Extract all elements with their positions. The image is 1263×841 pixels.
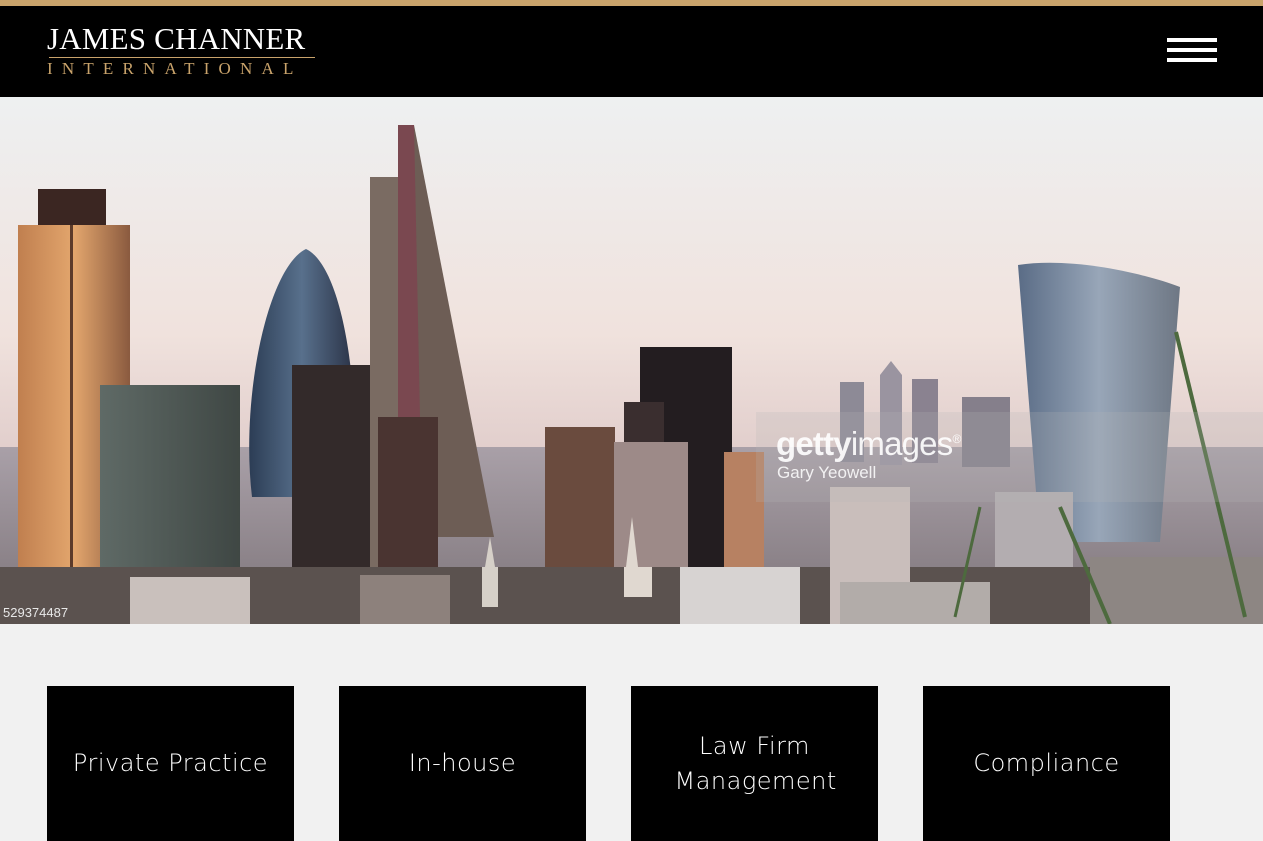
logo-divider xyxy=(49,57,315,58)
hamburger-menu-icon[interactable] xyxy=(1163,32,1221,72)
photo-credit: Gary Yeowell xyxy=(777,463,877,482)
watermark-brand-light: images xyxy=(850,425,953,462)
site-header: JAMES CHANNER INTERNATIONAL xyxy=(0,6,1263,97)
watermark-brand-bold: getty xyxy=(776,425,852,462)
site-logo[interactable]: JAMES CHANNER INTERNATIONAL xyxy=(47,21,319,80)
watermark-registered-mark: ® xyxy=(952,432,961,446)
practice-tile-compliance[interactable]: Compliance xyxy=(923,686,1170,841)
practice-tile-label: In-house xyxy=(408,749,517,777)
city-skyline-image xyxy=(0,97,1263,624)
image-id: 529374487 xyxy=(3,605,69,620)
logo-name: JAMES CHANNER xyxy=(47,21,306,56)
watermark-logo: gettyimages® xyxy=(776,419,961,464)
practice-tile-label: Compliance xyxy=(973,749,1120,777)
practice-tile-in-house[interactable]: In-house xyxy=(339,686,586,841)
practice-areas: Private Practice In-house Law Firm Manag… xyxy=(0,686,1263,841)
menu-line xyxy=(1167,58,1217,62)
practice-tile-private-practice[interactable]: Private Practice xyxy=(47,686,294,841)
practice-tile-label: Private Practice xyxy=(72,749,269,777)
menu-line xyxy=(1167,48,1217,52)
practice-tile-law-firm-management[interactable]: Law Firm Management xyxy=(631,686,878,841)
hero-banner: gettyimages® Gary Yeowell 529374487 xyxy=(0,97,1263,624)
practice-tile-label: Law Firm Management xyxy=(674,731,837,795)
menu-line xyxy=(1167,38,1217,42)
logo-subtitle: INTERNATIONAL xyxy=(47,59,303,78)
